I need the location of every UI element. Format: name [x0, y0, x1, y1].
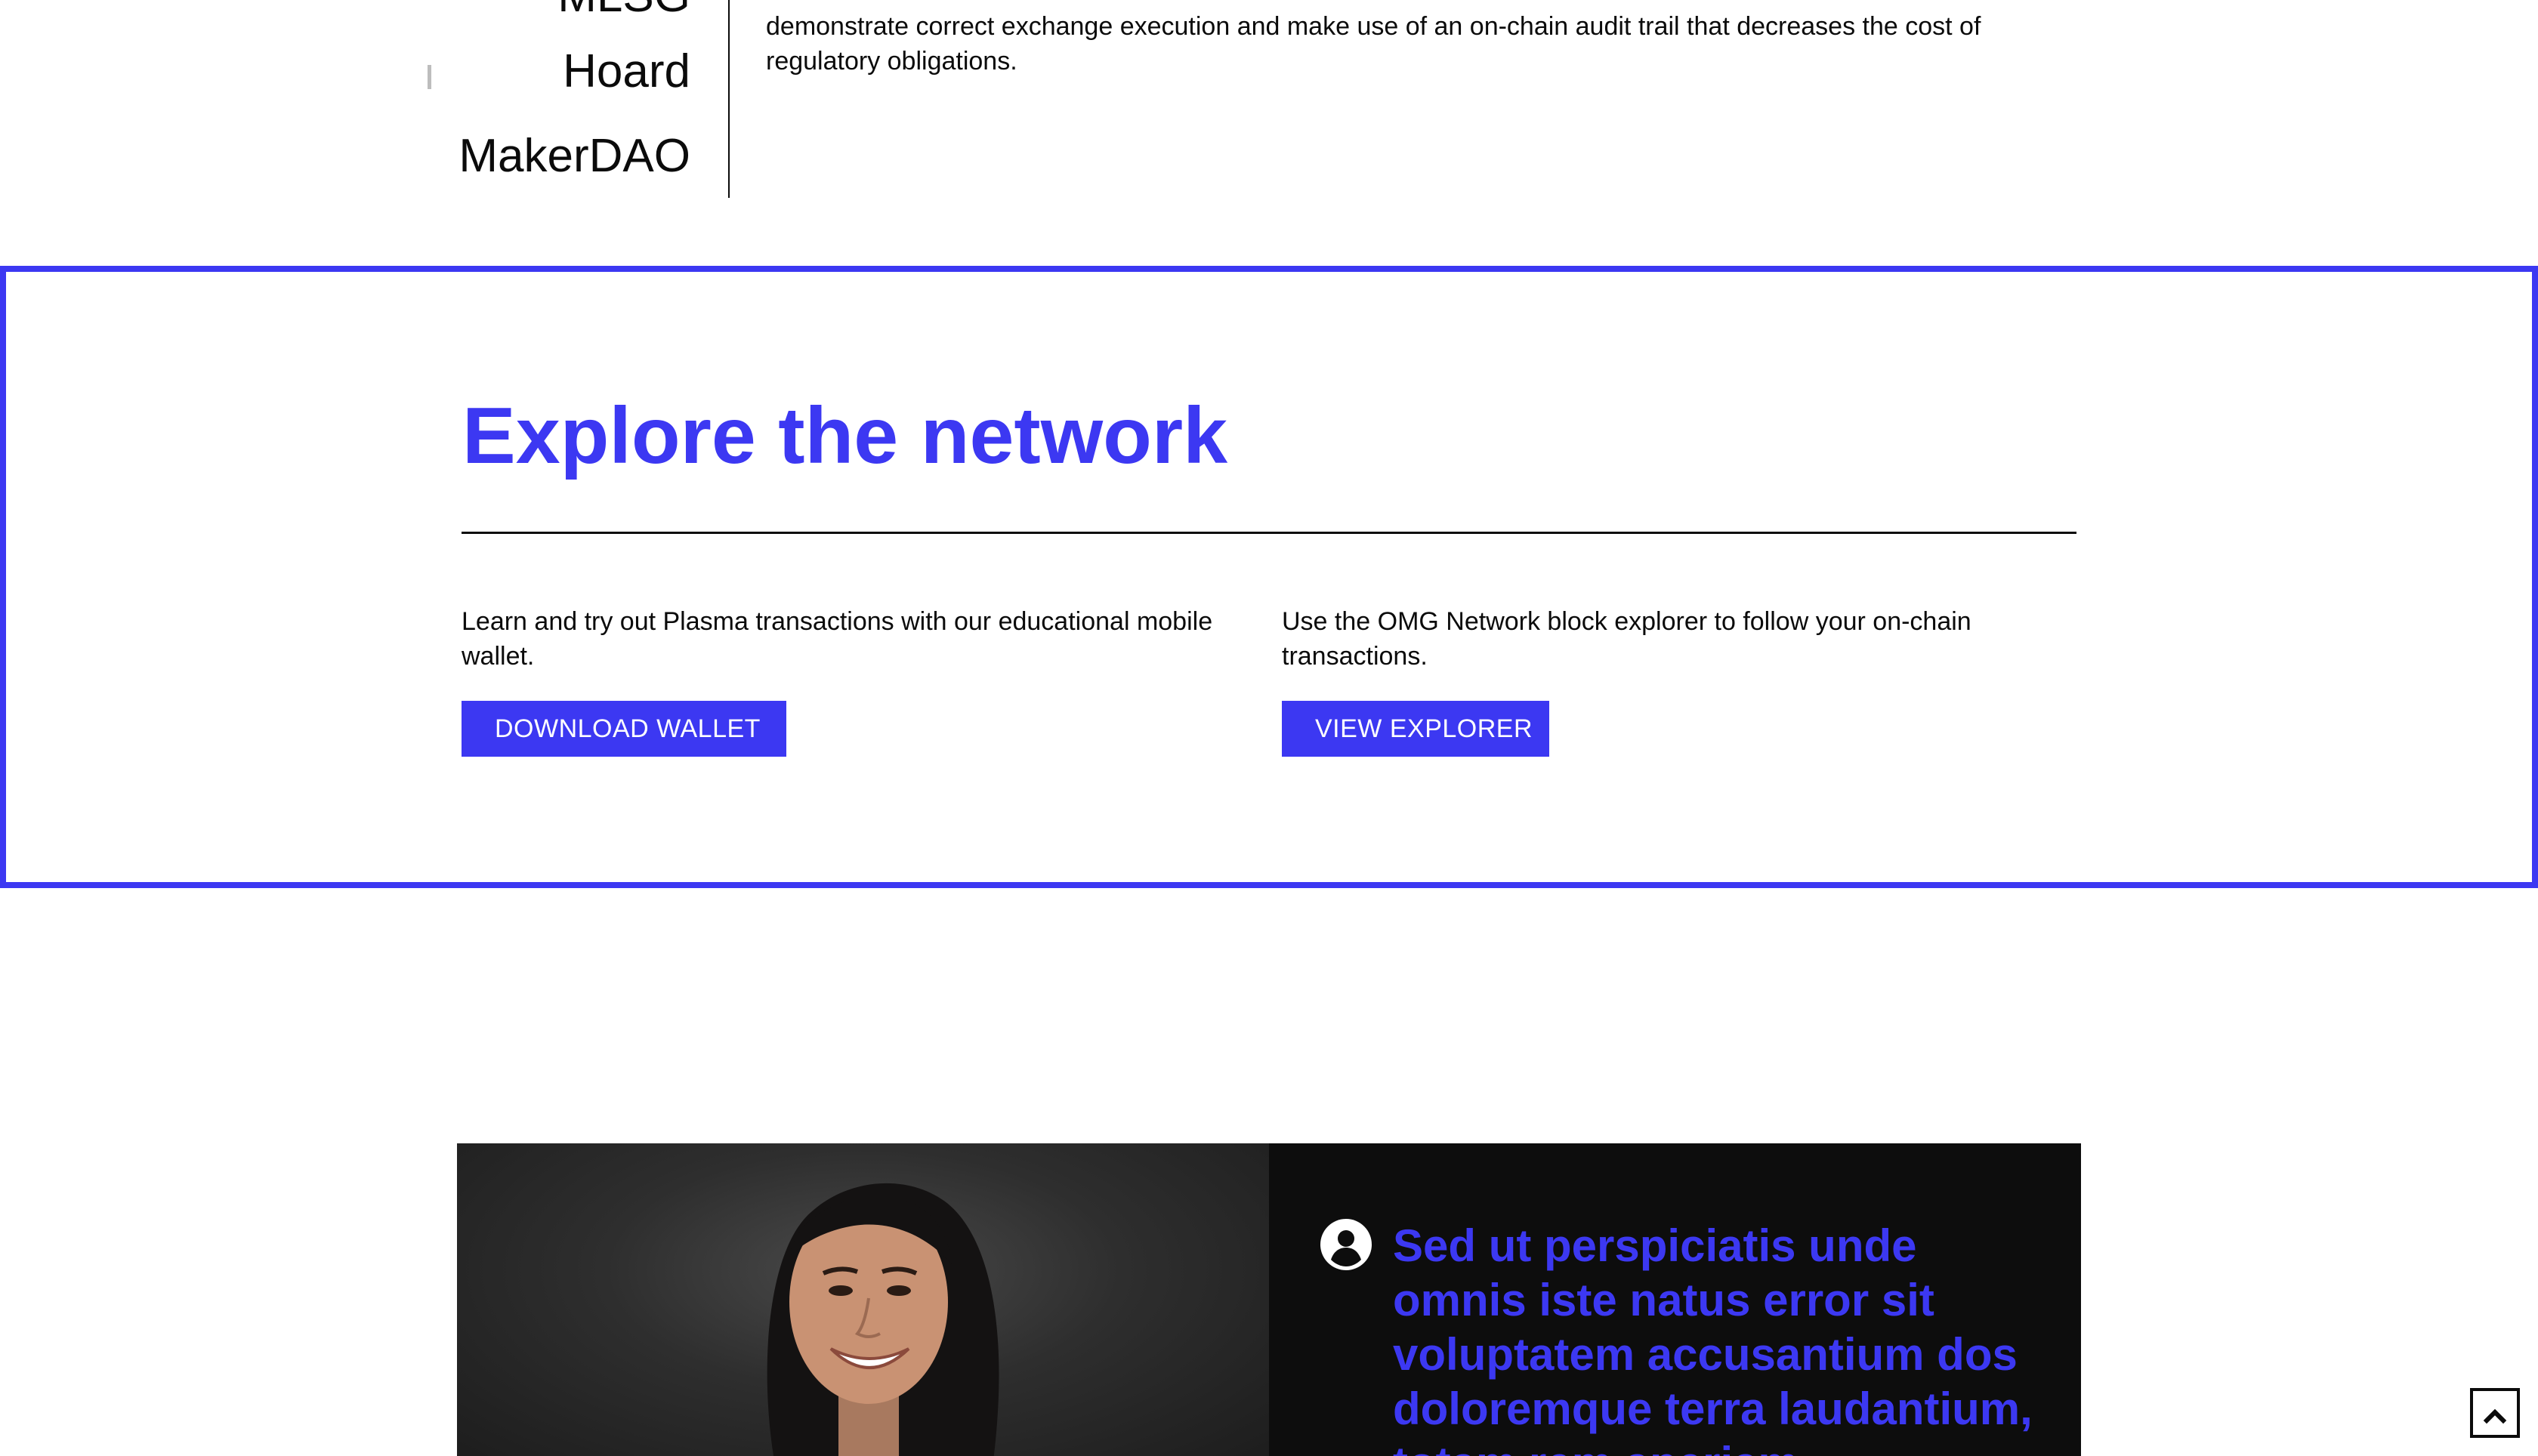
- testimonial-quote: Sed ut perspiciatis unde omnis iste natu…: [1393, 1220, 2033, 1456]
- testimonial-section: Sed ut perspiciatis unde omnis iste natu…: [457, 1143, 2081, 1456]
- partner-list: MLSG Hoard MakerDAO: [0, 0, 695, 198]
- testimonial-quote-panel: Sed ut perspiciatis unde omnis iste natu…: [1269, 1143, 2081, 1456]
- user-circle-icon: [1320, 1219, 1372, 1270]
- explorer-column: Use the OMG Network block explorer to fo…: [1282, 604, 2083, 674]
- explore-title: Explore the network: [462, 391, 1228, 480]
- wallet-column: Learn and try out Plasma transactions wi…: [462, 604, 1247, 674]
- page: MLSG Hoard MakerDAO demonstrate correct …: [0, 0, 2538, 1456]
- explorer-description: Use the OMG Network block explorer to fo…: [1282, 607, 1971, 671]
- explore-network-section: Explore the network Learn and try out Pl…: [0, 266, 2538, 888]
- explore-divider: [462, 532, 2076, 534]
- view-explorer-button[interactable]: VIEW EXPLORER: [1282, 701, 1549, 757]
- back-to-top-button[interactable]: [2470, 1388, 2520, 1438]
- partner-divider: [728, 0, 730, 198]
- partner-item-hoard[interactable]: Hoard: [563, 48, 690, 95]
- download-wallet-button[interactable]: DOWNLOAD WALLET: [462, 701, 786, 757]
- testimonial-photo: [457, 1143, 1269, 1456]
- wallet-description: Learn and try out Plasma transactions wi…: [462, 607, 1213, 671]
- active-item-indicator: [428, 65, 431, 89]
- partner-description: demonstrate correct exchange execution a…: [766, 12, 1981, 76]
- partner-item-mlsg[interactable]: MLSG: [557, 0, 690, 20]
- chevron-up-icon: [2483, 1408, 2507, 1424]
- partner-item-makerdao[interactable]: MakerDAO: [459, 133, 690, 180]
